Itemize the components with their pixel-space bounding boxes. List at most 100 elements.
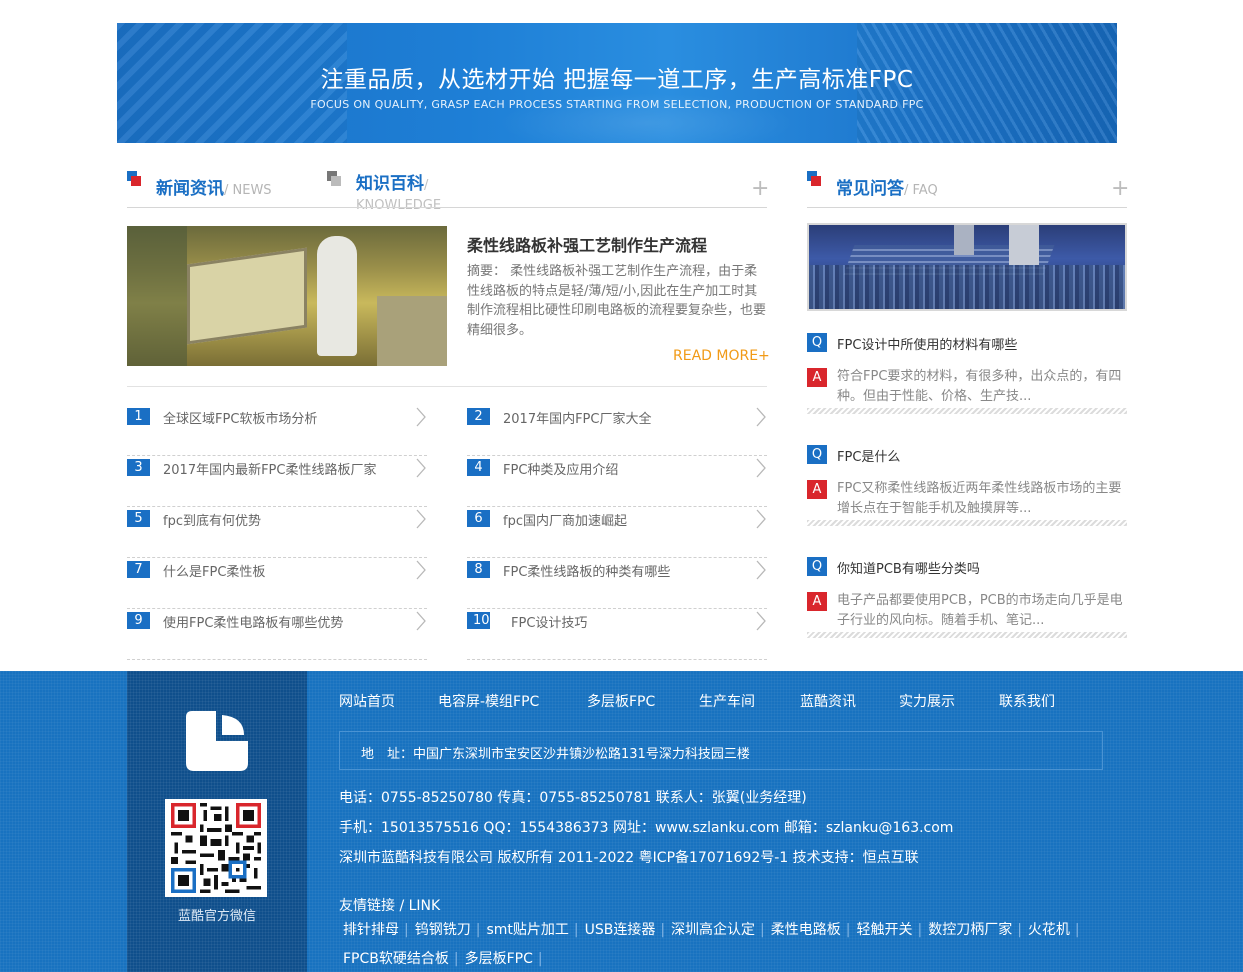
section-square-icon xyxy=(327,171,341,186)
list-number-badge: 9 xyxy=(127,612,150,629)
faq-question-text[interactable]: 你知道PCB有哪些分类吗 xyxy=(837,558,980,577)
address-box: 地 址：中国广东深圳市宝安区沙井镇沙松路131号深力科技园三楼 xyxy=(339,731,1103,770)
link-separator: | xyxy=(760,922,765,938)
footer-nav-contact[interactable]: 联系我们 xyxy=(999,691,1055,711)
question-badge: Q xyxy=(807,445,827,464)
question-badge: Q xyxy=(807,557,827,576)
news-list-item[interactable]: 2 2017年国内FPC厂家大全 xyxy=(467,405,767,456)
contact-line-mobile: 手机：15013575516 QQ：1554386373 网址：www.szla… xyxy=(339,820,954,836)
friend-link[interactable]: 排针排母 xyxy=(343,919,399,939)
list-number-badge: 5 xyxy=(127,510,150,527)
news-list-item-title[interactable]: 什么是FPC柔性板 xyxy=(163,561,265,580)
faq-title[interactable]: 常见问答/ FAQ xyxy=(836,174,938,199)
news-list-item[interactable]: 10 FPC设计技巧 xyxy=(467,609,767,660)
link-separator: | xyxy=(1017,922,1022,938)
news-list-item-title[interactable]: 2017年国内FPC厂家大全 xyxy=(503,408,651,427)
faq-header-divider xyxy=(807,207,1127,208)
section-square-icon xyxy=(807,171,821,186)
friend-link[interactable]: 柔性电路板 xyxy=(771,919,841,939)
link-separator: | xyxy=(1074,922,1080,938)
friend-links-row: 排针排母 | 钨钢铣刀 | smt贴片加工 | USB连接器 | 深圳高企认定 | 柔性电路板 | 轻触… xyxy=(343,919,1143,939)
friend-link[interactable]: 钨钢铣刀 xyxy=(415,919,471,939)
footer-nav-news[interactable]: 蓝酷资讯 xyxy=(800,691,856,711)
news-list-item-title[interactable]: fpc国内厂商加速崛起 xyxy=(503,510,627,529)
footer-nav-capacitive-fpc[interactable]: 电容屏-模组FPC xyxy=(438,691,539,711)
link-separator: | xyxy=(475,922,481,938)
banner-title: 注重品质，从选材开始 把握每一道工序，生产高标准FPC xyxy=(320,67,914,93)
friend-link[interactable]: 深圳高企认定 xyxy=(671,919,755,939)
news-list-item-title[interactable]: 2017年国内最新FPC柔性线路板厂家 xyxy=(163,459,376,478)
news-list-item[interactable]: 5 fpc到底有何优势 xyxy=(127,507,427,558)
friend-links-title: 友情链接 / LINK xyxy=(339,898,441,914)
news-list-item-title[interactable]: fpc到底有何优势 xyxy=(163,510,261,529)
chevron-right-icon xyxy=(416,407,426,427)
link-separator: | xyxy=(917,922,923,938)
chevron-right-icon xyxy=(416,458,426,478)
footer-nav-workshop[interactable]: 生产车间 xyxy=(699,691,755,711)
faq-more-plus-icon[interactable]: + xyxy=(1111,178,1129,200)
read-more-link[interactable]: READ MORE+ xyxy=(673,348,770,364)
link-separator: | xyxy=(404,922,409,938)
news-list-item[interactable]: 1 全球区域FPC软板市场分析 xyxy=(127,405,427,456)
faq-question-text[interactable]: FPC设计中所使用的材料有哪些 xyxy=(837,334,1017,353)
list-number-badge: 10 xyxy=(467,612,490,629)
link-separator: | xyxy=(845,922,851,938)
list-number-badge: 7 xyxy=(127,561,150,578)
friend-link[interactable]: 数控刀柄厂家 xyxy=(928,919,1012,939)
company-address: 地 址：中国广东深圳市宝安区沙井镇沙松路131号深力科技园三楼 xyxy=(361,747,750,762)
wechat-qr-code xyxy=(165,799,267,897)
chevron-right-icon xyxy=(756,458,766,478)
news-header-divider xyxy=(127,207,767,208)
friend-link[interactable]: smt贴片加工 xyxy=(486,919,568,939)
news-section-header: 新闻资讯/ NEWS 知识百科/ KNOWLEDGE + xyxy=(127,170,769,213)
news-list-item-title[interactable]: 全球区域FPC软板市场分析 xyxy=(163,408,317,427)
news-list-item-title[interactable]: FPC柔性线路板的种类有哪些 xyxy=(503,561,670,580)
news-list-item[interactable]: 7 什么是FPC柔性板 xyxy=(127,558,427,609)
friend-link[interactable]: 火花机 xyxy=(1028,919,1070,939)
faq-answer-text: 符合FPC要求的材料，有很多种，出众点的，有四种。但由于性能、价格、生产技... xyxy=(837,369,1122,404)
qr-caption: 蓝酷官方微信 xyxy=(177,909,256,924)
news-list-item-title[interactable]: FPC设计技巧 xyxy=(511,612,587,631)
company-logo-icon xyxy=(186,711,248,771)
featured-news-image[interactable] xyxy=(127,226,447,366)
friend-link[interactable]: FPCB软硬结合板 xyxy=(343,948,449,968)
friend-link[interactable]: USB连接器 xyxy=(585,919,656,939)
chevron-right-icon xyxy=(416,509,426,529)
news-list-item[interactable]: 6 fpc国内厂商加速崛起 xyxy=(467,507,767,558)
news-list-item[interactable]: 4 FPC种类及应用介绍 xyxy=(467,456,767,507)
faq-divider xyxy=(807,520,1127,526)
news-more-plus-icon[interactable]: + xyxy=(751,178,769,200)
answer-badge: A xyxy=(807,480,827,499)
list-number-badge: 1 xyxy=(127,408,150,425)
featured-divider xyxy=(127,386,767,387)
site-footer: 蓝酷官方微信 网站首页 电容屏-模组FPC 多层板FPC 生产车间 蓝酷资讯 实… xyxy=(0,671,1243,972)
link-separator: | xyxy=(453,951,459,967)
news-list-item[interactable]: 3 2017年国内最新FPC柔性线路板厂家 xyxy=(127,456,427,507)
tab-news[interactable]: 新闻资讯/ NEWS xyxy=(156,174,272,199)
news-list-item-title[interactable]: FPC种类及应用介绍 xyxy=(503,459,618,478)
faq-question-text[interactable]: FPC是什么 xyxy=(837,446,900,465)
faq-divider xyxy=(807,632,1127,638)
link-separator: | xyxy=(573,922,579,938)
link-separator: | xyxy=(660,922,666,938)
friend-link[interactable]: 轻触开关 xyxy=(856,919,912,939)
news-list-item[interactable]: 8 FPC柔性线路板的种类有哪些 xyxy=(467,558,767,609)
question-badge: Q xyxy=(807,333,827,352)
list-number-badge: 6 xyxy=(467,510,490,527)
chevron-right-icon xyxy=(756,509,766,529)
footer-nav-strength[interactable]: 实力展示 xyxy=(899,691,955,711)
copyright-line: 深圳市蓝酷科技有限公司 版权所有 2011-2022 粤ICP备17071692… xyxy=(339,850,919,866)
list-number-badge: 4 xyxy=(467,459,490,476)
link-separator: | xyxy=(537,951,543,967)
tab-knowledge[interactable]: 知识百科/ KNOWLEDGE xyxy=(356,175,466,215)
footer-nav-home[interactable]: 网站首页 xyxy=(339,691,395,711)
featured-news-title[interactable]: 柔性线路板补强工艺制作生产流程 xyxy=(467,232,707,256)
friend-link[interactable]: 多层板FPC xyxy=(465,948,533,968)
friend-links-row: FPCB软硬结合板 | 多层板FPC | xyxy=(343,948,1143,968)
footer-nav-multilayer-fpc[interactable]: 多层板FPC xyxy=(587,691,655,711)
faq-divider xyxy=(807,408,1127,414)
news-list-item[interactable]: 9 使用FPC柔性电路板有哪些优势 xyxy=(127,609,427,660)
news-list-item-title[interactable]: 使用FPC柔性电路板有哪些优势 xyxy=(163,612,343,631)
answer-badge: A xyxy=(807,592,827,611)
faq-answer-text: FPC又称柔性线路板近两年柔性线路板市场的主要增长点在于智能手机及触摸屏等... xyxy=(837,481,1122,516)
